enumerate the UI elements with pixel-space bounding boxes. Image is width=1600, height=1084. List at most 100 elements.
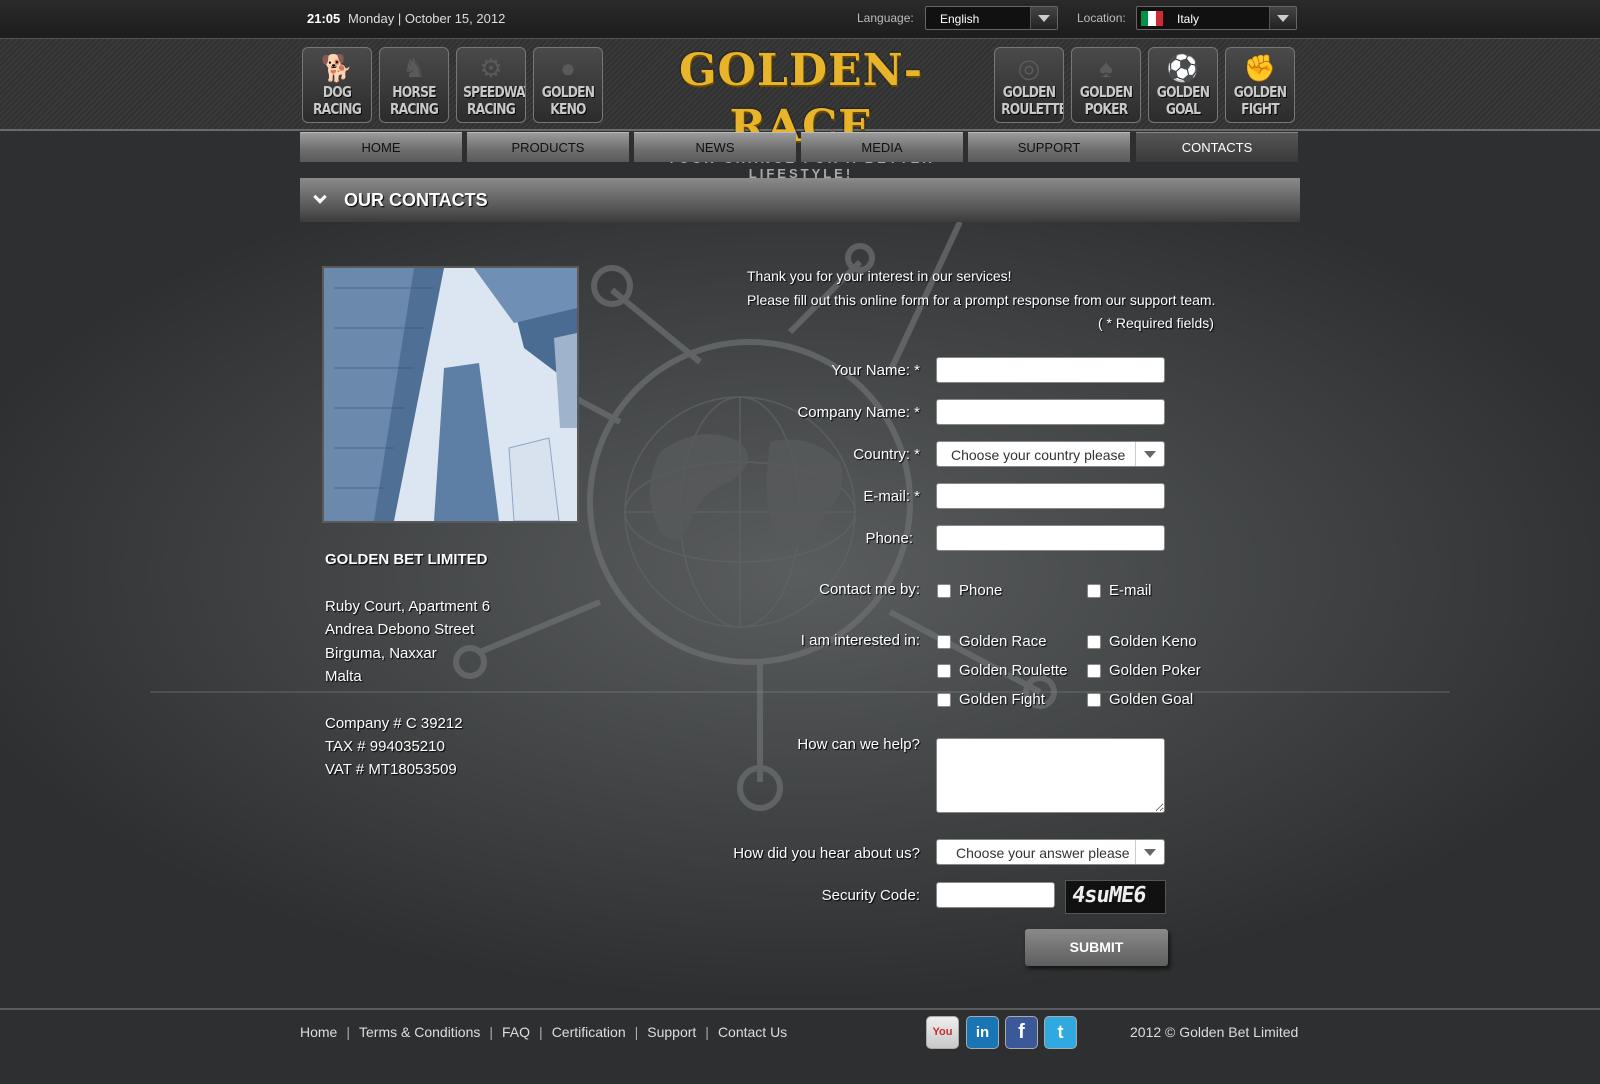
interest-option-label: Golden Roulette — [959, 662, 1068, 679]
tax-number: TAX # 994035210 — [325, 738, 445, 755]
game-dog-racing-button[interactable]: 🐕 DOG RACING — [302, 47, 372, 123]
golden-race-logo[interactable]: GOLDEN-RACE YOUR CHANCE FOR A BETTER LIF… — [616, 43, 986, 181]
game-golden-goal-button[interactable]: ⚽ GOLDEN GOAL — [1148, 47, 1218, 123]
footer-divider — [0, 1008, 1600, 1010]
roulette-icon: ◎ — [1017, 53, 1041, 83]
hear-about-value: Choose your answer please — [956, 845, 1130, 861]
company-name-input[interactable] — [936, 399, 1165, 425]
chevron-down-icon — [1135, 442, 1164, 466]
footer-link-support[interactable]: Support — [647, 1024, 696, 1040]
language-label: Language: — [857, 11, 914, 25]
game-label: HORSE RACING — [389, 83, 439, 118]
interest-option-label: Golden Goal — [1109, 691, 1194, 708]
game-golden-fight-button[interactable]: ✊ GOLDEN FIGHT — [1225, 47, 1295, 123]
tab-news[interactable]: NEWS — [634, 132, 796, 162]
address-line: Ruby Court, Apartment 6 — [325, 598, 491, 615]
help-label: How can we help? — [797, 736, 920, 753]
tab-home[interactable]: HOME — [300, 132, 462, 162]
game-label: DOG RACING — [312, 83, 362, 118]
country-select-value: Choose your country please — [951, 447, 1126, 463]
horse-icon: ♞ — [402, 53, 426, 83]
chevron-down-icon — [313, 190, 327, 204]
company-number: Company # C 39212 — [325, 715, 463, 732]
header-banner: 🐕 DOG RACING ♞ HORSE RACING ⚙ SPEEDWAY R… — [0, 39, 1600, 181]
tab-products[interactable]: PRODUCTS — [467, 132, 629, 162]
dog-icon: 🐕 — [320, 53, 354, 83]
hear-about-label: How did you hear about us? — [733, 845, 920, 862]
footer-link-terms[interactable]: Terms & Conditions — [359, 1024, 480, 1040]
facebook-icon[interactable]: f — [1005, 1016, 1038, 1049]
game-horse-racing-button[interactable]: ♞ HORSE RACING — [379, 47, 449, 123]
interest-golden-goal-checkbox[interactable] — [1087, 693, 1101, 707]
location-value: Italy — [1177, 12, 1200, 26]
phone-input[interactable] — [936, 525, 1165, 551]
help-textarea[interactable] — [936, 738, 1165, 813]
captcha-text: 4suME6 — [1070, 883, 1148, 908]
game-label: GOLDEN KENO — [541, 83, 595, 118]
divider: | — [346, 1024, 350, 1040]
footer-link-home[interactable]: Home — [300, 1024, 337, 1040]
divider: | — [539, 1024, 543, 1040]
tab-contacts[interactable]: CONTACTS — [1136, 132, 1298, 162]
interest-golden-keno-checkbox[interactable] — [1087, 635, 1101, 649]
tab-support[interactable]: SUPPORT — [968, 132, 1130, 162]
game-label: SPEEDWAY RACING — [463, 83, 526, 118]
contact-phone-checkbox[interactable] — [937, 584, 951, 598]
phone-label: Phone: — [865, 530, 913, 547]
game-speedway-racing-button[interactable]: ⚙ SPEEDWAY RACING — [456, 47, 526, 123]
clock: 21:05 — [307, 11, 341, 26]
footer-link-certification[interactable]: Certification — [552, 1024, 626, 1040]
intro-instructions: Please fill out this online form for a p… — [747, 292, 1216, 308]
name-input[interactable] — [936, 357, 1165, 383]
twitter-icon[interactable]: t — [1044, 1016, 1077, 1049]
contact-me-label: Contact me by: — [819, 581, 920, 598]
interest-option-label: Golden Poker — [1109, 662, 1201, 679]
language-value: English — [940, 12, 980, 26]
vat-number: VAT # MT18053509 — [325, 761, 457, 778]
interest-golden-fight-checkbox[interactable] — [937, 693, 951, 707]
game-golden-poker-button[interactable]: ♠ GOLDEN POKER — [1071, 47, 1141, 123]
footer-link-faq[interactable]: FAQ — [502, 1024, 530, 1040]
youtube-icon[interactable]: You — [926, 1016, 959, 1049]
interest-golden-poker-checkbox[interactable] — [1087, 664, 1101, 678]
cards-icon: ♠ — [1099, 53, 1113, 83]
chevron-down-icon — [1135, 840, 1164, 864]
italy-flag-icon — [1141, 11, 1163, 26]
chevron-down-icon — [1269, 7, 1296, 29]
email-input[interactable] — [936, 483, 1165, 509]
office-building-photo — [322, 266, 579, 523]
football-icon: ⚽ — [1166, 53, 1200, 83]
security-code-label: Security Code: — [821, 887, 920, 904]
divider: | — [705, 1024, 709, 1040]
interest-golden-roulette-checkbox[interactable] — [937, 664, 951, 678]
captcha-image: 4suME6 — [1065, 880, 1166, 914]
keno-ball-icon: ● — [560, 53, 576, 83]
submit-button[interactable]: SUBMIT — [1025, 929, 1168, 966]
section-header: OUR CONTACTS — [300, 178, 1300, 222]
footer-links: Home | Terms & Conditions | FAQ | Certificatio… — [300, 1024, 787, 1040]
interest-golden-race-checkbox[interactable] — [937, 635, 951, 649]
game-golden-keno-button[interactable]: ● GOLDEN KENO — [533, 47, 603, 123]
country-select[interactable]: Choose your country please — [936, 441, 1165, 467]
game-golden-roulette-button[interactable]: ◎ GOLDEN ROULETTE — [994, 47, 1064, 123]
boxing-glove-icon: ✊ — [1243, 53, 1277, 83]
linkedin-icon[interactable]: in — [966, 1016, 999, 1049]
language-select[interactable]: English — [925, 6, 1058, 30]
country-label: Country: * — [853, 446, 920, 463]
hear-about-select[interactable]: Choose your answer please — [936, 839, 1165, 865]
location-select[interactable]: Italy — [1136, 6, 1297, 30]
motorbike-icon: ⚙ — [479, 53, 503, 83]
address-line: Andrea Debono Street — [325, 621, 475, 638]
contact-phone-label: Phone — [959, 582, 1003, 599]
tab-media[interactable]: MEDIA — [801, 132, 963, 162]
company-name-label: Company Name: * — [797, 404, 920, 421]
footer-link-contact[interactable]: Contact Us — [718, 1024, 787, 1040]
chevron-down-icon — [1030, 7, 1057, 29]
game-label: GOLDEN GOAL — [1156, 83, 1210, 118]
current-date: Monday | October 15, 2012 — [348, 11, 506, 26]
contact-email-checkbox[interactable] — [1087, 584, 1101, 598]
required-note: ( * Required fields) — [1098, 315, 1214, 331]
interested-in-label: I am interested in: — [800, 632, 920, 649]
game-label: GOLDEN POKER — [1079, 83, 1133, 118]
security-code-input[interactable] — [936, 882, 1055, 908]
